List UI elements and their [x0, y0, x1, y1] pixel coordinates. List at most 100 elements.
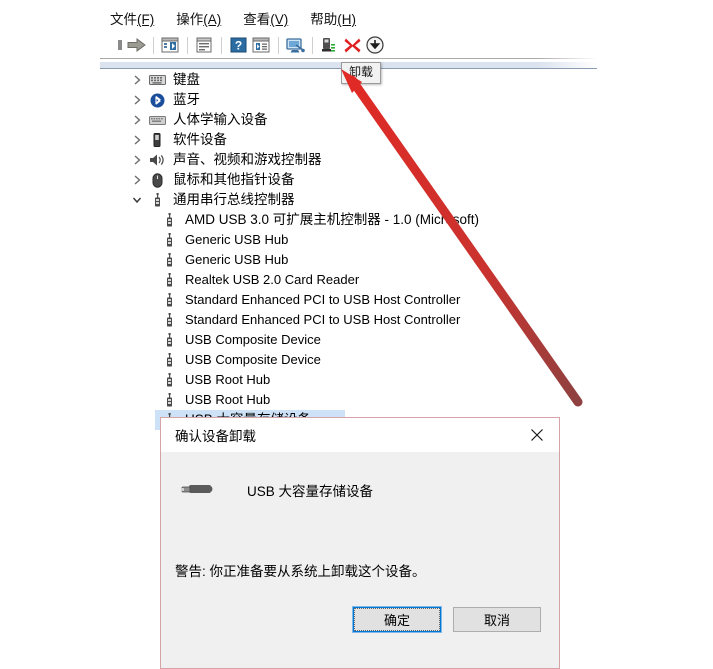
- tree-leaf-label: Standard Enhanced PCI to USB Host Contro…: [185, 292, 461, 307]
- menu-bar: 文件(F) 操作(A) 查看(V) 帮助(H): [100, 8, 600, 32]
- confirm-uninstall-dialog: 确认设备卸载 USB 大容量存储设备 警告: 你正准备要从系统上卸载这个设备。 …: [160, 417, 560, 669]
- chevron-right-icon[interactable]: [130, 73, 144, 87]
- cancel-button[interactable]: 取消: [453, 607, 541, 632]
- tree-leaf-label: USB Root Hub: [185, 372, 271, 387]
- tree-node-label: 声音、视频和游戏控制器: [173, 152, 322, 167]
- usb-icon: [160, 212, 178, 228]
- bluetooth-icon: [148, 92, 166, 108]
- chevron-right-icon[interactable]: [130, 133, 144, 147]
- chevron-right-icon[interactable]: [130, 113, 144, 127]
- speaker-icon: [148, 152, 166, 168]
- tree-leaf-usb-root-hub-2[interactable]: USB Root Hub: [100, 390, 600, 410]
- tooltip-label: 卸载: [349, 65, 374, 79]
- menu-item-file-mnemonic: (F): [137, 12, 155, 27]
- chevron-right-icon[interactable]: [130, 173, 144, 187]
- dialog-warning-text: 警告: 你正准备要从系统上卸载这个设备。: [175, 564, 426, 579]
- tree-leaf-label: Generic USB Hub: [185, 252, 289, 267]
- toolbar-separator: [187, 36, 188, 54]
- properties-icon[interactable]: [193, 34, 215, 56]
- menu-item-help-mnemonic: (H): [337, 12, 356, 27]
- tree-leaf-label: USB Composite Device: [185, 352, 321, 367]
- uninstall-device-icon[interactable]: [341, 34, 363, 56]
- usb-icon: [160, 272, 178, 288]
- tree-leaf-label: Generic USB Hub: [185, 232, 289, 247]
- tree-node-label: 蓝牙: [173, 92, 200, 107]
- usb-icon: [160, 292, 178, 308]
- cancel-button-label: 取消: [483, 613, 510, 628]
- uninstall-tooltip: 卸载: [341, 62, 382, 84]
- menu-item-file[interactable]: 文件(F): [110, 12, 154, 28]
- tree-node-sound-video-game[interactable]: 声音、视频和游戏控制器: [100, 150, 600, 170]
- help-icon[interactable]: ?: [227, 34, 249, 56]
- dialog-device-row: USB 大容量存储设备: [175, 480, 373, 500]
- menu-item-action-label: 操作: [176, 12, 204, 27]
- usb-icon: [160, 312, 178, 328]
- dialog-device-name: USB 大容量存储设备: [247, 484, 374, 499]
- toolbar-separator: [221, 36, 222, 54]
- usb-icon: [160, 372, 178, 388]
- tree-leaf-usb-composite-2[interactable]: USB Composite Device: [100, 350, 600, 370]
- menu-item-file-label: 文件: [110, 12, 137, 27]
- tree-leaf-generic-usb-hub-2[interactable]: Generic USB Hub: [100, 250, 600, 270]
- back-icon[interactable]: [116, 34, 124, 56]
- tree-node-hid[interactable]: 人体学输入设备: [100, 110, 600, 130]
- toolbar-separator: [312, 36, 313, 54]
- tree-leaf-realtek-card-reader[interactable]: Realtek USB 2.0 Card Reader: [100, 270, 600, 290]
- usb-icon: [160, 252, 178, 268]
- chevron-right-icon[interactable]: [130, 93, 144, 107]
- svg-text:?: ?: [234, 39, 241, 53]
- toolbar-bottom-rule: [100, 58, 597, 59]
- menu-item-action[interactable]: 操作(A): [176, 12, 221, 28]
- device-tree: 键盘 蓝牙 人体学输入设备 软件设备 声音、视频和游戏控制器 鼠标和其他指针设备…: [100, 70, 600, 430]
- menu-item-view-label: 查看: [243, 12, 271, 27]
- tree-leaf-label: USB Root Hub: [185, 392, 271, 407]
- update-driver-icon[interactable]: [318, 34, 340, 56]
- tree-node-label: 鼠标和其他指针设备: [173, 172, 295, 187]
- tree-node-usb-controllers[interactable]: 通用串行总线控制器: [100, 190, 600, 210]
- forward-arrow-icon[interactable]: [125, 34, 147, 56]
- tree-leaf-std-enhanced-pci-2[interactable]: Standard Enhanced PCI to USB Host Contro…: [100, 310, 600, 330]
- menu-item-action-mnemonic: (A): [203, 12, 222, 27]
- tree-view-icon[interactable]: [159, 34, 181, 56]
- details-pane-icon[interactable]: [250, 34, 272, 56]
- menu-item-help[interactable]: 帮助(H): [310, 12, 356, 28]
- disable-device-icon[interactable]: [364, 34, 386, 56]
- ok-button[interactable]: 确定: [353, 607, 441, 632]
- close-icon[interactable]: [515, 419, 559, 452]
- usb-icon: [160, 332, 178, 348]
- tree-leaf-generic-usb-hub-1[interactable]: Generic USB Hub: [100, 230, 600, 250]
- hid-icon: [148, 112, 166, 128]
- toolbar: ?: [100, 32, 600, 58]
- tree-node-label: 人体学输入设备: [173, 112, 268, 127]
- scan-hardware-icon[interactable]: [284, 34, 306, 56]
- dialog-title: 确认设备卸载: [175, 429, 256, 444]
- software-device-icon: [148, 132, 166, 148]
- tree-node-software-devices[interactable]: 软件设备: [100, 130, 600, 150]
- dialog-title-bar: 确认设备卸载: [161, 418, 559, 452]
- tree-leaf-label: USB Composite Device: [185, 332, 321, 347]
- chevron-right-icon[interactable]: [130, 153, 144, 167]
- keyboard-icon: [148, 72, 166, 88]
- usb-storage-icon: [175, 481, 221, 499]
- tree-leaf-usb-root-hub-1[interactable]: USB Root Hub: [100, 370, 600, 390]
- toolbar-separator: [278, 36, 279, 54]
- dialog-footer: 确定 取消: [161, 596, 559, 632]
- menu-item-view[interactable]: 查看(V): [243, 12, 288, 28]
- tree-node-label: 键盘: [173, 72, 200, 87]
- dialog-body: USB 大容量存储设备 警告: 你正准备要从系统上卸载这个设备。 确定 取消: [161, 452, 559, 632]
- tree-node-bluetooth[interactable]: 蓝牙: [100, 90, 600, 110]
- tree-leaf-label: AMD USB 3.0 可扩展主机控制器 - 1.0 (Microsoft): [185, 212, 480, 227]
- menu-item-view-mnemonic: (V): [270, 12, 289, 27]
- tree-node-label: 软件设备: [173, 132, 227, 147]
- chevron-down-icon[interactable]: [130, 193, 144, 207]
- menu-item-help-label: 帮助: [310, 12, 338, 27]
- tree-leaf-amd-usb30[interactable]: AMD USB 3.0 可扩展主机控制器 - 1.0 (Microsoft): [100, 210, 600, 230]
- tree-leaf-label: Standard Enhanced PCI to USB Host Contro…: [185, 312, 461, 327]
- mouse-icon: [148, 172, 166, 188]
- usb-icon: [160, 232, 178, 248]
- tree-node-mice-pointing[interactable]: 鼠标和其他指针设备: [100, 170, 600, 190]
- usb-icon: [160, 352, 178, 368]
- tree-leaf-usb-composite-1[interactable]: USB Composite Device: [100, 330, 600, 350]
- toolbar-separator: [153, 36, 154, 54]
- tree-leaf-std-enhanced-pci-1[interactable]: Standard Enhanced PCI to USB Host Contro…: [100, 290, 600, 310]
